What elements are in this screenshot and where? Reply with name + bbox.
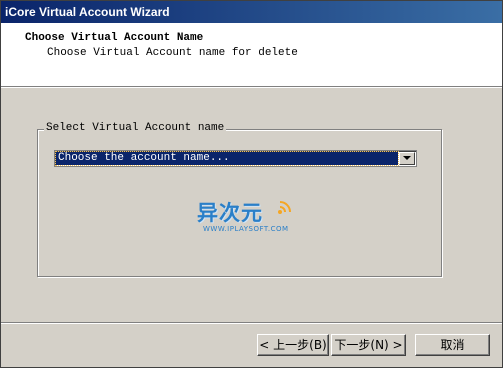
header-subtitle: Choose Virtual Account name for delete xyxy=(47,47,298,59)
wizard-header: Choose Virtual Account Name Choose Virtu… xyxy=(1,23,502,87)
dropdown-arrow-button[interactable] xyxy=(399,152,415,165)
next-button[interactable]: 下一步(N) > xyxy=(331,334,406,356)
account-name-dropdown[interactable]: Choose the account name... xyxy=(54,150,417,167)
chevron-down-icon xyxy=(403,156,411,160)
watermark-logo: 异次元 WWW.IPLAYSOFT.COM xyxy=(197,197,317,237)
back-button[interactable]: < 上一步(B) xyxy=(257,334,329,356)
dropdown-selected-value[interactable]: Choose the account name... xyxy=(55,151,399,166)
cancel-button[interactable]: 取消 xyxy=(415,334,490,356)
signal-icon xyxy=(278,201,291,214)
window-title: iCore Virtual Account Wizard xyxy=(5,5,170,19)
header-separator xyxy=(1,87,502,88)
wizard-window: iCore Virtual Account Wizard Choose Virt… xyxy=(0,0,503,368)
groupbox-label: Select Virtual Account name xyxy=(44,122,227,134)
header-title: Choose Virtual Account Name xyxy=(25,32,204,44)
watermark-logo-text: 异次元 xyxy=(197,201,263,225)
title-bar[interactable]: iCore Virtual Account Wizard xyxy=(1,1,502,23)
watermark-url: WWW.IPLAYSOFT.COM xyxy=(203,225,289,233)
button-divider xyxy=(1,322,502,324)
